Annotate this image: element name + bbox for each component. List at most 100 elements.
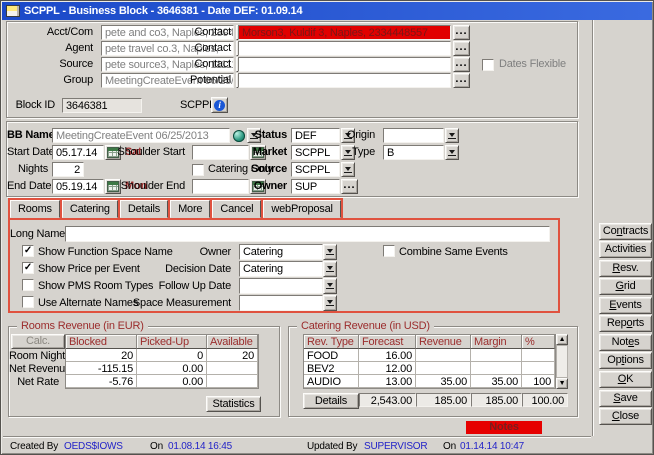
close-button[interactable]: Close — [599, 408, 652, 425]
contact2-lov-button[interactable]: ... — [453, 41, 470, 56]
table-cell[interactable] — [416, 349, 471, 362]
space-measurement-combo[interactable] — [239, 295, 323, 311]
property-info-button[interactable]: i — [211, 97, 228, 113]
table-cell[interactable]: 12.00 — [359, 362, 416, 375]
follow-up-date-label: Follow Up Date — [90, 279, 235, 294]
follow-up-date-combo[interactable] — [239, 278, 323, 294]
footer-divider — [3, 436, 591, 438]
scroll-down-button[interactable]: ▼ — [556, 378, 568, 389]
source-field[interactable]: SCPPL — [291, 162, 340, 177]
notes-button[interactable]: Notes — [599, 334, 652, 351]
table-cell[interactable] — [471, 362, 522, 375]
table-cell[interactable]: AUDIO — [304, 375, 359, 388]
space-measurement-combo-button[interactable] — [323, 295, 337, 311]
table-cell[interactable]: 0 — [137, 349, 207, 362]
created-by-value: OEDS$IOWS — [64, 439, 123, 454]
use-alternate-names-checkbox[interactable] — [22, 296, 34, 308]
details-button[interactable]: Details — [303, 393, 359, 409]
potential-field[interactable] — [238, 73, 451, 88]
ok-button[interactable]: OK — [599, 371, 652, 388]
table-cell[interactable]: 20 — [66, 349, 137, 362]
type-field[interactable]: B — [383, 145, 444, 160]
tab-webproposal[interactable]: webProposal — [263, 200, 340, 218]
decision-date-combo-button[interactable] — [323, 261, 337, 277]
table-cell[interactable]: FOOD — [304, 349, 359, 362]
long-name-input[interactable] — [65, 226, 550, 242]
start-date-field[interactable]: 05.17.14 — [52, 145, 104, 160]
reports-button[interactable]: Reports — [599, 315, 652, 332]
column-header-revenue: Revenue — [416, 335, 471, 349]
wp-owner-combo-button[interactable] — [323, 244, 337, 260]
decision-date-combo[interactable]: Catering — [239, 261, 323, 277]
tab-cancel[interactable]: Cancel — [212, 200, 261, 218]
bb-name-field[interactable]: MeetingCreateEvent 06/25/2013 — [52, 128, 230, 143]
statistics-button[interactable]: Statistics — [206, 396, 261, 412]
nights-field[interactable]: 2 — [52, 162, 84, 177]
contracts-button[interactable]: Contracts — [599, 223, 652, 240]
table-cell[interactable]: -115.15 — [66, 362, 137, 375]
activities-button[interactable]: Activities — [599, 241, 652, 258]
table-cell[interactable]: 35.00 — [416, 375, 471, 388]
column-header-rev-type: Rev. Type — [304, 335, 359, 349]
table-cell[interactable] — [416, 362, 471, 375]
nights-label: Nights — [7, 162, 52, 177]
contact3-lov-button[interactable]: ... — [453, 57, 470, 72]
potential-lov-button[interactable]: ... — [453, 73, 470, 88]
show-function-space-name-checkbox[interactable]: ✓ — [22, 245, 34, 257]
scrollbar-track[interactable] — [556, 345, 568, 378]
updated-by-label: Updated By — [307, 439, 357, 454]
end-date-label: End Date — [7, 179, 52, 194]
table-cell[interactable] — [207, 375, 258, 388]
long-name-label: Long Name — [10, 227, 62, 242]
scroll-up-button[interactable]: ▲ — [556, 334, 568, 345]
contact1-field[interactable]: Morson3, Kuldif 3, Naples, 2334448557 — [238, 25, 451, 40]
resv-button[interactable]: Resv. — [599, 260, 652, 277]
space-measurement-label: Space Measurement — [90, 296, 235, 311]
contact1-lov-button[interactable]: ... — [453, 25, 470, 40]
table-cell[interactable] — [471, 349, 522, 362]
contact2-field[interactable] — [238, 41, 451, 56]
origin-field[interactable] — [383, 128, 444, 143]
notes-indicator-badge[interactable]: Notes — [466, 421, 542, 434]
catering-only-checkbox[interactable] — [192, 164, 204, 176]
table-cell[interactable]: 16.00 — [359, 349, 416, 362]
title-bar[interactable]: SCPPL - Business Block - 3646381 - Date … — [2, 2, 652, 20]
tab-catering[interactable]: Catering — [62, 200, 118, 218]
table-cell[interactable]: 35.00 — [471, 375, 522, 388]
agent-label: Agent — [7, 41, 97, 56]
contact3-field[interactable] — [238, 57, 451, 72]
owner-lov-button[interactable]: ... — [341, 179, 358, 194]
calc-button[interactable]: Calc. — [11, 334, 65, 349]
acct-com-label: Acct/Com — [7, 25, 97, 40]
combine-same-events-checkbox[interactable] — [383, 245, 395, 257]
grid-button[interactable]: Grid — [599, 278, 652, 295]
table-cell[interactable]: 13.00 — [359, 375, 416, 388]
table-cell[interactable] — [207, 362, 258, 375]
show-pms-room-types-checkbox[interactable] — [22, 279, 34, 291]
tab-more[interactable]: More — [170, 200, 210, 218]
origin-list-button[interactable] — [445, 128, 459, 143]
events-button[interactable]: Events — [599, 297, 652, 314]
save-button[interactable]: Save — [599, 390, 652, 407]
table-cell[interactable] — [522, 362, 555, 375]
wp-owner-combo[interactable]: Catering — [239, 244, 323, 260]
table-cell[interactable]: 0.00 — [137, 362, 207, 375]
table-cell[interactable]: 20 — [207, 349, 258, 362]
revenue-total-field: 185.00 — [416, 393, 471, 407]
table-cell[interactable] — [522, 349, 555, 362]
tab-rooms[interactable]: Rooms — [10, 200, 60, 218]
end-date-field[interactable]: 05.19.14 — [52, 179, 104, 194]
tab-details[interactable]: Details — [120, 200, 168, 218]
table-cell[interactable]: BEV2 — [304, 362, 359, 375]
table-cell[interactable]: 0.00 — [137, 375, 207, 388]
show-price-per-event-checkbox[interactable]: ✓ — [22, 262, 34, 274]
source-label: Source — [247, 162, 291, 177]
owner-field[interactable]: SUP — [291, 179, 340, 194]
table-cell[interactable]: -5.76 — [66, 375, 137, 388]
options-button[interactable]: Options — [599, 352, 652, 369]
follow-up-date-combo-button[interactable] — [323, 278, 337, 294]
table-cell[interactable]: 100 — [522, 375, 555, 388]
source-list-button[interactable] — [341, 162, 355, 177]
dates-flexible-checkbox[interactable] — [482, 59, 494, 71]
type-list-button[interactable] — [445, 145, 459, 160]
